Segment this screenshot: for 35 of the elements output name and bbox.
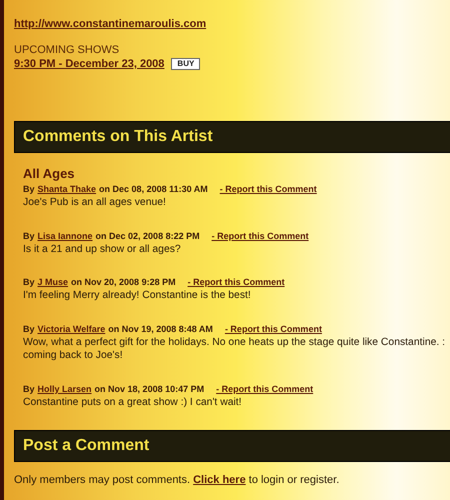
report-link[interactable]: - Report this Comment — [224, 324, 322, 334]
comment-date: on Nov 19, 2008 8:48 AM — [108, 324, 213, 334]
login-link[interactable]: Click here — [193, 474, 246, 486]
comment-text: Wow, what a perfect gift for the holidays. No one heats up the stage quite like Constantine. : — [23, 336, 446, 350]
report-link[interactable]: - Report this Comment — [220, 184, 317, 194]
comment-date: on Dec 08, 2008 11:30 AM — [99, 184, 208, 194]
author-link[interactable]: J Muse — [38, 277, 68, 288]
by-label: By — [23, 230, 35, 241]
author-link[interactable]: Holly Larsen — [38, 384, 92, 394]
by-label: By — [23, 184, 35, 194]
comment-text: coming back to Joe's! — [23, 349, 124, 363]
comment-text: Constantine puts on a great show :) I can't wait! — [23, 396, 243, 410]
comment-text: I'm feeling Merry already! Constantine is the best! — [23, 289, 252, 303]
report-link[interactable]: - Report this Comment — [216, 384, 314, 394]
report-link[interactable]: - Report this Comment — [188, 277, 285, 288]
upcoming-shows-heading: UPCOMING SHOWS — [14, 44, 120, 56]
by-label: By — [23, 384, 35, 394]
by-label: By — [23, 277, 35, 288]
author-link[interactable]: Lisa Iannone — [38, 230, 93, 241]
website-link[interactable]: http://www.constantinemaroulis.com — [14, 18, 206, 30]
comment-title: All Ages — [23, 166, 76, 181]
comment-date: on Nov 18, 2008 10:47 PM — [94, 384, 204, 394]
author-link[interactable]: Victoria Welfare — [38, 324, 106, 334]
login-note: Only members may post comments. Click here to login or register. — [14, 474, 340, 486]
author-link[interactable]: Shanta Thake — [38, 184, 96, 194]
section-header: Post a Comment — [14, 430, 450, 462]
report-link[interactable]: - Report this Comment — [212, 230, 309, 241]
comment-date: on Nov 20, 2008 9:28 PM — [71, 277, 176, 288]
section-header: Comments on This Artist — [14, 121, 450, 153]
buy-button[interactable]: BUY — [171, 58, 200, 70]
comment-date: on Dec 02, 2008 8:22 PM — [96, 230, 200, 241]
comment-text: Is it a 21 and up show or all ages? — [23, 242, 182, 256]
comment-text: Joe's Pub is an all ages venue! — [23, 196, 167, 210]
by-label: By — [23, 324, 35, 334]
show-time-link[interactable]: 9:30 PM - December 23, 2008 — [14, 58, 164, 70]
